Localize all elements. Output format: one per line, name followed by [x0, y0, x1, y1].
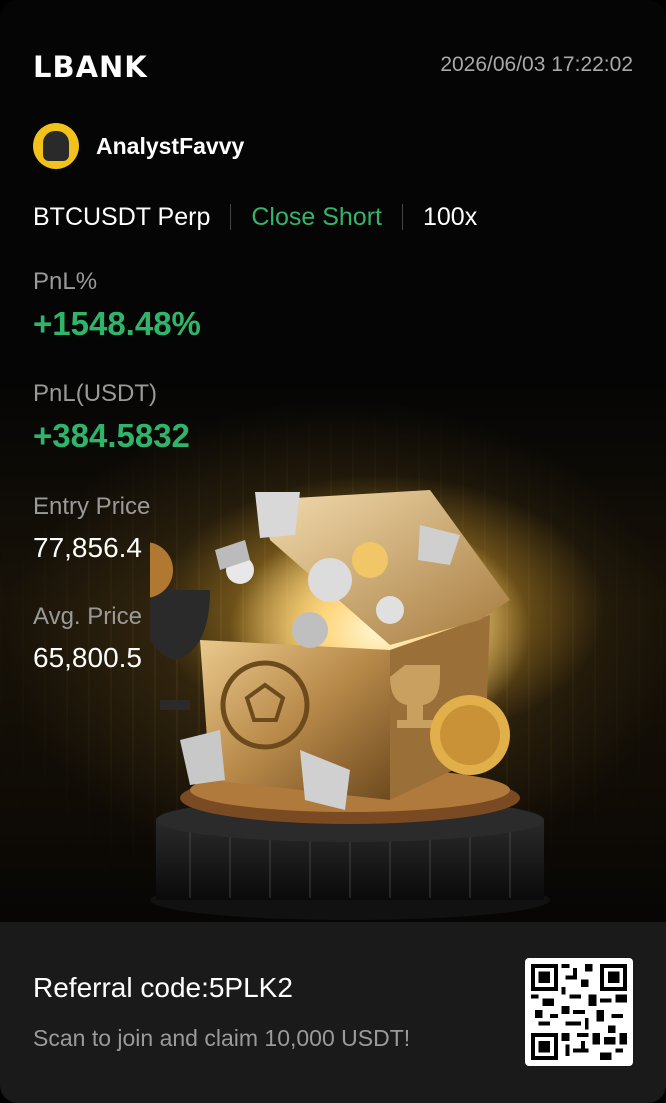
entry-price-label: Entry Price	[33, 493, 151, 520]
avatar	[33, 123, 79, 169]
footer: Referral code:5PLK2 Scan to join and cla…	[0, 922, 666, 1103]
qr-code[interactable]	[525, 958, 633, 1066]
position-side: Close Short	[251, 202, 382, 231]
avg-price-value: 65,800.5	[33, 642, 142, 673]
avatar-silhouette-icon	[43, 131, 69, 161]
trading-pair: BTCUSDT Perp	[33, 202, 211, 231]
referral-code: Referral code:5PLK2	[33, 972, 293, 1003]
username: AnalystFavvy	[96, 132, 245, 159]
header: LBANK 2026/06/03 17:22:02	[33, 50, 633, 84]
pnl-usdt-value: +384.5832	[33, 417, 190, 454]
avg-price-label: Avg. Price	[33, 603, 142, 630]
pnl-percent-label: PnL%	[33, 268, 98, 295]
pnl-percent-value: +1548.48%	[33, 305, 201, 342]
divider	[401, 204, 403, 230]
pnl-share-card: LBANK 2026/06/03 17:22:02 AnalystFavvy B…	[0, 0, 666, 1103]
user-row: AnalystFavvy	[33, 123, 244, 169]
lbank-logo: LBANK	[33, 50, 148, 84]
pnl-usdt-label: PnL(USDT)	[33, 380, 158, 407]
scan-prompt: Scan to join and claim 10,000 USDT!	[33, 1025, 411, 1051]
qr-code-icon	[531, 964, 627, 1060]
treasure-chest-illustration	[150, 490, 550, 920]
timestamp: 2026/06/03 17:22:02	[440, 53, 633, 76]
trade-info-row: BTCUSDT Perp Close Short 100x	[33, 200, 477, 234]
divider	[230, 204, 232, 230]
entry-price-value: 77,856.4	[33, 532, 142, 563]
leverage: 100x	[422, 202, 478, 231]
